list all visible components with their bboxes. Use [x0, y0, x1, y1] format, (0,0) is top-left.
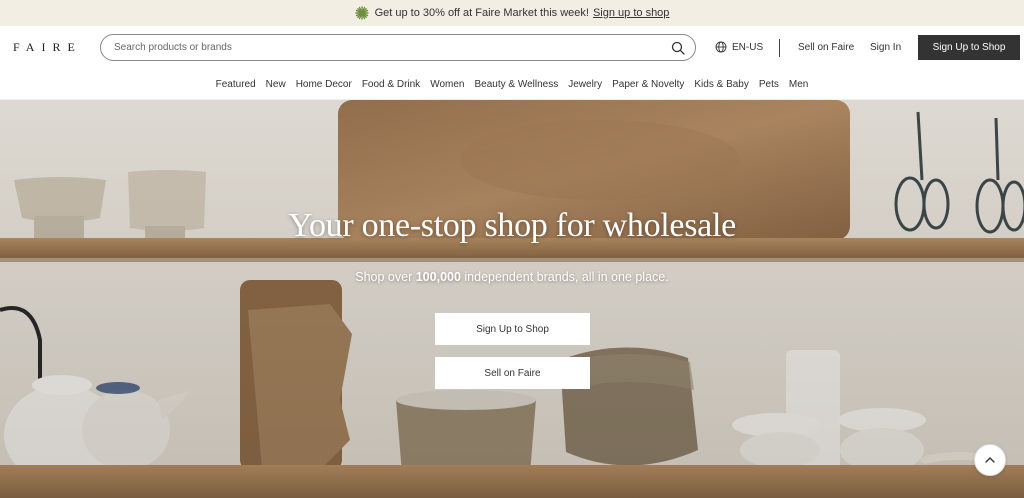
search-input[interactable]: [114, 42, 671, 53]
hero-sign-up-button[interactable]: Sign Up to Shop: [435, 313, 590, 345]
header-divider: [779, 39, 780, 57]
category-nav: Featured New Home Decor Food & Drink Wom…: [0, 70, 1024, 100]
sunburst-icon: [354, 6, 369, 20]
language-selector[interactable]: EN-US: [715, 41, 763, 53]
hero-section: Your one-stop shop for wholesale Shop ov…: [0, 100, 1024, 498]
hero-subtitle-post: independent brands, all in one place.: [460, 270, 669, 284]
search-bar[interactable]: [100, 34, 696, 61]
hero-subtitle-pre: Shop over: [355, 270, 416, 284]
chevron-up-icon: [985, 457, 995, 463]
sign-up-button[interactable]: Sign Up to Shop: [918, 35, 1020, 60]
nav-item-paper-novelty[interactable]: Paper & Novelty: [612, 79, 684, 90]
header: FAIRE EN-US Sell on Faire Sign In Sign U…: [0, 26, 1024, 70]
nav-item-men[interactable]: Men: [789, 79, 808, 90]
nav-item-new[interactable]: New: [266, 79, 286, 90]
nav-item-pets[interactable]: Pets: [759, 79, 779, 90]
promo-signup-link[interactable]: Sign up to shop: [593, 7, 669, 19]
hero-subtitle: Shop over 100,000 independent brands, al…: [0, 270, 1024, 284]
globe-icon: [715, 41, 727, 53]
search-icon[interactable]: [671, 41, 685, 55]
language-label: EN-US: [732, 41, 764, 53]
promo-banner: Get up to 30% off at Faire Market this w…: [0, 0, 1024, 26]
hero-sell-on-faire-button[interactable]: Sell on Faire: [435, 357, 590, 389]
hero-title: Your one-stop shop for wholesale: [288, 207, 736, 244]
promo-text: Get up to 30% off at Faire Market this w…: [374, 7, 589, 19]
nav-item-kids-baby[interactable]: Kids & Baby: [694, 79, 748, 90]
nav-item-food-drink[interactable]: Food & Drink: [362, 79, 420, 90]
sign-in-link[interactable]: Sign In: [870, 42, 901, 53]
nav-item-home-decor[interactable]: Home Decor: [296, 79, 352, 90]
faire-logo[interactable]: FAIRE: [13, 40, 82, 55]
nav-item-featured[interactable]: Featured: [216, 79, 256, 90]
nav-item-women[interactable]: Women: [430, 79, 464, 90]
sell-on-faire-link[interactable]: Sell on Faire: [798, 42, 854, 53]
scroll-to-top-button[interactable]: [974, 444, 1006, 476]
nav-item-beauty-wellness[interactable]: Beauty & Wellness: [474, 79, 558, 90]
hero-subtitle-count: 100,000: [415, 270, 461, 284]
nav-item-jewelry[interactable]: Jewelry: [568, 79, 602, 90]
hero-background-image: [0, 100, 1024, 498]
